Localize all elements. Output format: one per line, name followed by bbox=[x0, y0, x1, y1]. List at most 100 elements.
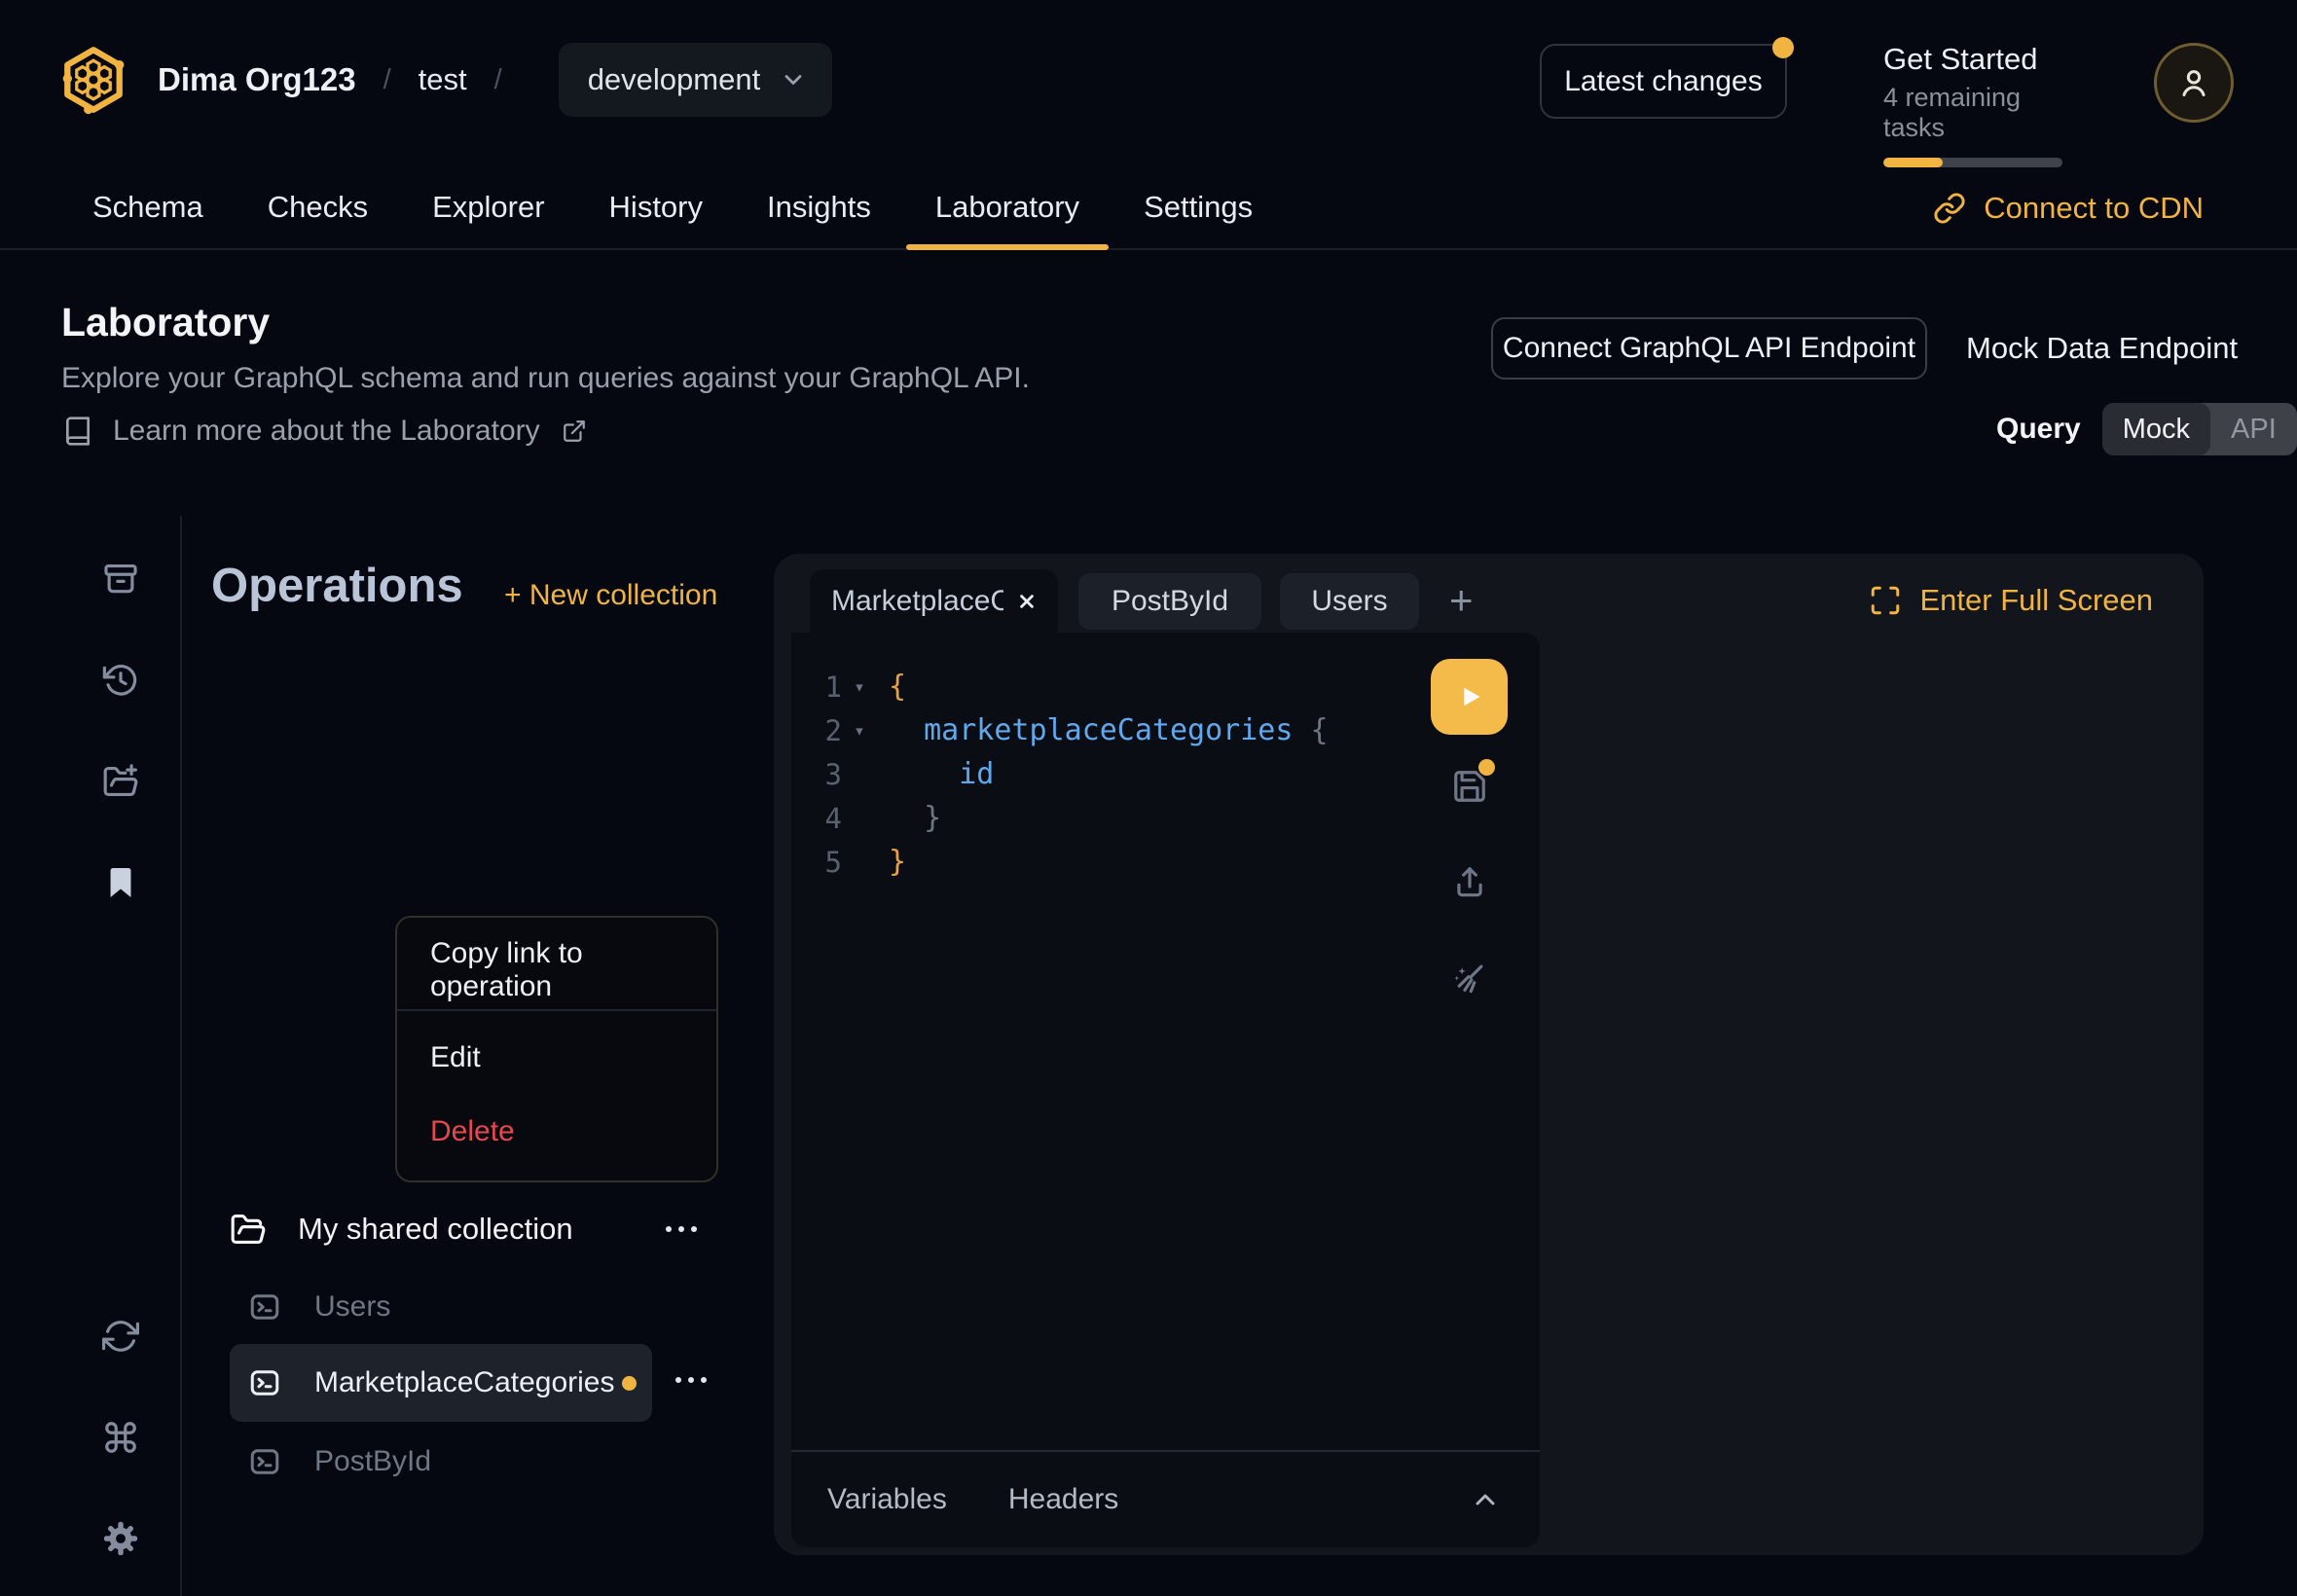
share-operation-button[interactable] bbox=[1451, 864, 1488, 901]
breadcrumb-separator: / bbox=[383, 64, 391, 96]
prettify-button[interactable] bbox=[1451, 960, 1488, 997]
operation-menu-button[interactable] bbox=[675, 1377, 707, 1383]
collection-name: My shared collection bbox=[298, 1212, 573, 1247]
operations-title: Operations bbox=[211, 559, 463, 613]
headers-tab[interactable]: Headers bbox=[1008, 1483, 1118, 1516]
latest-changes-button[interactable]: Latest changes bbox=[1540, 44, 1787, 119]
new-folder-icon[interactable] bbox=[102, 763, 139, 800]
play-icon bbox=[1453, 680, 1486, 713]
operation-item-users[interactable]: Users bbox=[230, 1268, 652, 1346]
line-number: 3 bbox=[791, 758, 842, 791]
bookmarks-icon[interactable] bbox=[102, 864, 139, 901]
editor-tab-label: MarketplaceC… bbox=[831, 585, 1003, 618]
get-started-subtitle: 4 remaining tasks bbox=[1883, 83, 2078, 143]
hive-logo-icon[interactable] bbox=[58, 43, 128, 117]
menu-divider bbox=[397, 1009, 716, 1011]
operation-item-postbyid[interactable]: PostById bbox=[230, 1423, 652, 1501]
get-started-widget[interactable]: Get Started 4 remaining tasks bbox=[1883, 42, 2078, 167]
connect-to-cdn-link[interactable]: Connect to CDN bbox=[1933, 165, 2204, 250]
collection-menu-button[interactable] bbox=[666, 1226, 697, 1232]
external-link-icon bbox=[562, 418, 587, 444]
share-upload-icon bbox=[1451, 864, 1488, 901]
page-description: Explore your GraphQL schema and run quer… bbox=[61, 362, 1030, 395]
breadcrumb-project[interactable]: test bbox=[419, 62, 467, 97]
collection-header[interactable]: My shared collection bbox=[230, 1203, 699, 1255]
page-title: Laboratory bbox=[61, 300, 270, 345]
code-token: marketplaceCategories bbox=[924, 713, 1293, 747]
menu-item-copy-link[interactable]: Copy link to operation bbox=[397, 933, 716, 1007]
query-mode-label: Query bbox=[1996, 413, 2081, 446]
laboratory-page: Dima Org123 / test / development Latest … bbox=[0, 0, 2297, 1596]
code-line: 5 } bbox=[791, 840, 1540, 884]
new-tab-button[interactable]: + bbox=[1449, 577, 1474, 624]
user-icon bbox=[2174, 63, 2213, 102]
operation-icon bbox=[247, 1444, 282, 1479]
prettify-broom-icon bbox=[1451, 960, 1488, 997]
mock-data-endpoint-link[interactable]: Mock Data Endpoint bbox=[1966, 317, 2238, 380]
tab-history[interactable]: History bbox=[609, 165, 703, 248]
code-token: } bbox=[924, 801, 941, 835]
breadcrumb-org[interactable]: Dima Org123 bbox=[158, 61, 356, 98]
learn-more-link[interactable]: Learn more about the Laboratory bbox=[62, 415, 587, 448]
operation-item-marketplacecategories[interactable]: MarketplaceCategories bbox=[230, 1344, 652, 1422]
query-mode-api[interactable]: API bbox=[2210, 403, 2297, 455]
fold-arrow-icon[interactable]: ▾ bbox=[842, 676, 877, 698]
operation-context-menu: Copy link to operation Edit Delete bbox=[395, 916, 718, 1182]
tab-laboratory[interactable]: Laboratory bbox=[935, 165, 1079, 248]
query-mode-row: Query Mock API bbox=[1996, 403, 2297, 455]
code-line: 1 ▾ { bbox=[791, 665, 1540, 708]
sync-icon[interactable] bbox=[102, 1318, 139, 1355]
chevron-down-icon bbox=[780, 66, 807, 93]
unsaved-indicator-dot bbox=[1478, 759, 1495, 776]
editor-tab-postbyid[interactable]: PostById bbox=[1078, 573, 1261, 630]
book-icon bbox=[62, 416, 93, 447]
fold-arrow-icon[interactable]: ▾ bbox=[842, 720, 877, 742]
tab-settings[interactable]: Settings bbox=[1144, 165, 1253, 248]
query-mode-mock[interactable]: Mock bbox=[2102, 403, 2210, 455]
shortcuts-icon[interactable] bbox=[102, 1419, 139, 1456]
breadcrumb-separator: / bbox=[494, 64, 502, 96]
history-icon[interactable] bbox=[102, 662, 139, 699]
code-area[interactable]: 1 ▾ { 2 ▾ marketplaceCategories { 3 id 4 bbox=[791, 633, 1540, 1450]
line-number: 2 bbox=[791, 714, 842, 747]
variables-tab[interactable]: Variables bbox=[827, 1483, 947, 1516]
editor-bottom-bar: Variables Headers bbox=[791, 1450, 1540, 1547]
code-token: { bbox=[1310, 713, 1328, 747]
collapse-chevron-up-icon[interactable] bbox=[1470, 1484, 1501, 1515]
fullscreen-icon bbox=[1869, 584, 1902, 617]
editor-tab-marketplacecategories[interactable]: MarketplaceC… bbox=[810, 569, 1058, 633]
settings-gear-icon[interactable] bbox=[102, 1520, 139, 1557]
line-number: 1 bbox=[791, 671, 842, 704]
tab-insights[interactable]: Insights bbox=[767, 165, 871, 248]
run-query-button[interactable] bbox=[1431, 659, 1508, 735]
editor-tab-users[interactable]: Users bbox=[1280, 573, 1419, 630]
code-token: } bbox=[889, 845, 906, 879]
tab-explorer[interactable]: Explorer bbox=[432, 165, 544, 248]
save-operation-button[interactable] bbox=[1451, 768, 1488, 805]
target-selector[interactable]: development bbox=[559, 43, 833, 117]
operation-item-label: MarketplaceCategories bbox=[314, 1366, 614, 1399]
unsaved-indicator-dot bbox=[622, 1376, 637, 1391]
code-line: 4 } bbox=[791, 796, 1540, 840]
operation-icon bbox=[247, 1289, 282, 1324]
close-icon[interactable] bbox=[1015, 590, 1039, 613]
tab-schema[interactable]: Schema bbox=[92, 165, 203, 248]
notification-dot bbox=[1772, 37, 1794, 58]
operation-item-label: Users bbox=[314, 1290, 390, 1324]
line-number: 4 bbox=[791, 802, 842, 835]
get-started-title: Get Started bbox=[1883, 42, 2078, 77]
learn-more-label: Learn more about the Laboratory bbox=[113, 415, 540, 448]
link-icon bbox=[1933, 192, 1966, 225]
menu-item-delete[interactable]: Delete bbox=[397, 1095, 716, 1169]
new-collection-button[interactable]: + New collection bbox=[504, 579, 717, 612]
code-line: 3 id bbox=[791, 752, 1540, 796]
menu-item-edit[interactable]: Edit bbox=[397, 1021, 716, 1095]
tab-checks[interactable]: Checks bbox=[268, 165, 368, 248]
latest-changes-label: Latest changes bbox=[1564, 65, 1762, 98]
enter-fullscreen-button[interactable]: Enter Full Screen bbox=[1869, 583, 2154, 618]
connect-endpoint-button[interactable]: Connect GraphQL API Endpoint bbox=[1491, 317, 1927, 380]
user-menu-button[interactable] bbox=[2154, 43, 2234, 123]
collections-icon[interactable] bbox=[102, 561, 139, 598]
laboratory-panel: MarketplaceC… PostById Users + Enter Ful… bbox=[774, 554, 2204, 1555]
operation-icon bbox=[247, 1365, 282, 1400]
